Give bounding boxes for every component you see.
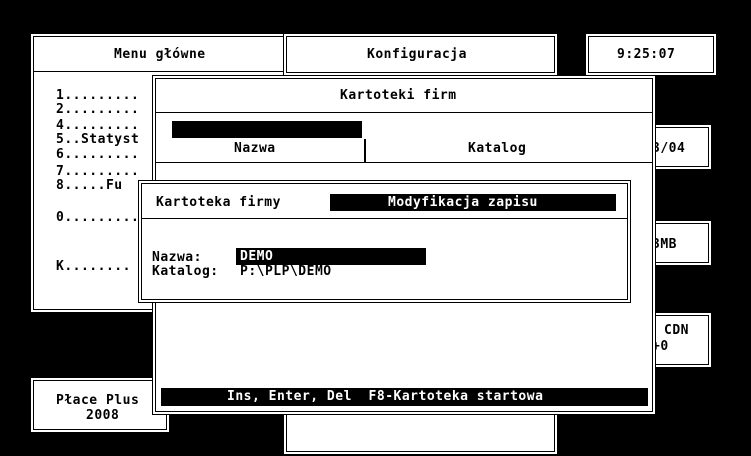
- date-text: 3/04: [652, 141, 686, 156]
- name-field[interactable]: DEMO: [236, 248, 426, 265]
- menu-item-2[interactable]: 2.........: [56, 103, 139, 117]
- menu-item-1[interactable]: 1.........: [56, 89, 139, 103]
- kartoteki-title: Kartoteki firm: [340, 88, 457, 103]
- name-label: Nazwa:: [152, 250, 202, 265]
- name-field-value: DEMO: [240, 249, 274, 264]
- catalog-field[interactable]: P:\PLP\DEMO: [240, 265, 332, 279]
- mode-text: Modyfikacja zapisu: [388, 195, 538, 210]
- clock-text: 9:25:07: [617, 47, 676, 62]
- cdn-label: CDN: [664, 323, 689, 338]
- status-bar: Ins, Enter, Del F8-Kartoteka startowa: [161, 388, 648, 406]
- column-header-name[interactable]: Nazwa: [234, 142, 276, 156]
- main-menu-title: Menu główne: [114, 47, 206, 62]
- selection-bar[interactable]: [172, 121, 362, 138]
- menu-item-5[interactable]: 5..Statyst: [56, 133, 139, 147]
- catalog-label: Katalog:: [152, 264, 219, 279]
- product-name: Płace Plus: [56, 393, 140, 408]
- column-header-catalog[interactable]: Katalog: [468, 142, 526, 156]
- kartoteka-dialog: Kartoteka firmy Modyfikacja zapisu Nazwa…: [138, 180, 631, 303]
- config-title: Konfiguracja: [367, 47, 467, 62]
- product-year: 2008: [86, 408, 120, 423]
- config-window[interactable]: Konfiguracja: [283, 33, 558, 76]
- menu-item-4[interactable]: 4.........: [56, 119, 139, 133]
- menu-item-8[interactable]: 8.....Fu: [56, 179, 123, 193]
- menu-item-7[interactable]: 7.........: [56, 165, 139, 179]
- clock-panel: 9:25:07: [585, 33, 717, 76]
- status-bar-text: Ins, Enter, Del F8-Kartoteka startowa: [227, 389, 544, 404]
- menu-item-k[interactable]: K........: [56, 260, 131, 274]
- dialog-title: Kartoteka firmy: [156, 195, 281, 210]
- menu-item-0[interactable]: 0.........: [56, 211, 139, 225]
- product-panel: Płace Plus 2008: [30, 377, 170, 433]
- menu-item-6[interactable]: 6.........: [56, 148, 139, 162]
- mode-badge: Modyfikacja zapisu: [330, 194, 616, 211]
